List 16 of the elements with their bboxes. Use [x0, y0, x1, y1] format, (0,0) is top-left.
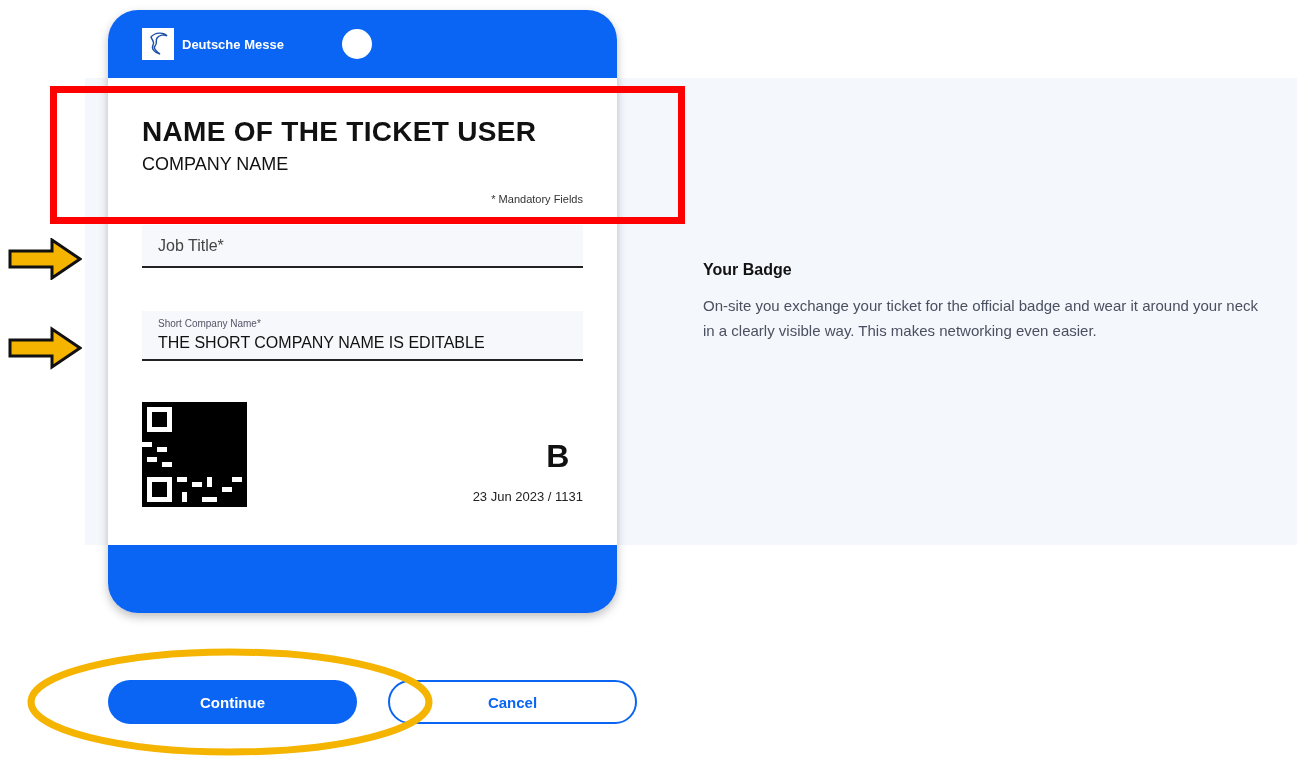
- ticket-user-name: NAME OF THE TICKET USER: [142, 116, 538, 148]
- info-title: Your Badge: [703, 260, 793, 279]
- mandatory-note: * Mandatory Fields: [491, 193, 583, 205]
- date-code: 23 Jun 2023 / 1131: [472, 489, 583, 504]
- info-text: On-site you exchange your ticket for the official badge and wear it around your neck in a clearly visible way. This makes networking even easier.: [703, 295, 1260, 341]
- company-name: COMPANY NAME: [142, 154, 290, 175]
- continue-button[interactable]: Continue: [108, 680, 357, 724]
- field-label: Short Company Name*: [158, 318, 261, 329]
- logo-icon: [142, 28, 174, 60]
- badge-category: B: [546, 438, 570, 475]
- punch-hole: [341, 29, 372, 59]
- organizer-name: Deutsche Messe: [182, 36, 284, 52]
- arrow-icon: [8, 238, 82, 280]
- arrow-icon: [8, 326, 82, 370]
- job-title-field[interactable]: Job Title*: [142, 225, 583, 268]
- cancel-button[interactable]: Cancel: [388, 680, 637, 724]
